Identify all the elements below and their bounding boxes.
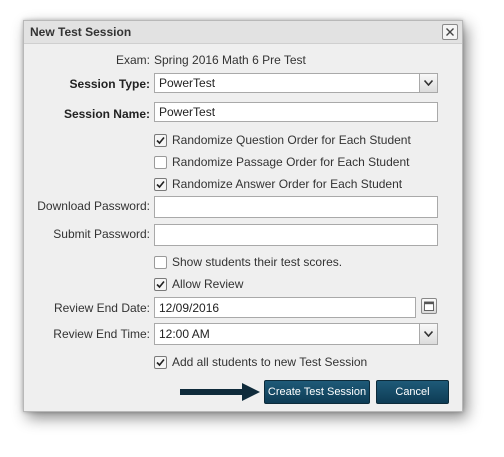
checkmark-icon	[156, 358, 165, 367]
checkmark-icon	[156, 136, 165, 145]
submit-password-input[interactable]	[154, 224, 438, 246]
review-end-time-label: Review End Time:	[53, 327, 150, 341]
new-test-session-dialog: New Test Session Exam: Spring 2016 Math …	[23, 20, 463, 412]
close-icon	[446, 28, 454, 36]
session-name-input[interactable]	[154, 102, 438, 122]
review-end-date-picker-button[interactable]	[421, 298, 437, 314]
exam-value: Spring 2016 Math 6 Pre Test	[154, 53, 306, 67]
allow-review-checkbox[interactable]	[154, 278, 167, 291]
review-end-time-value: 12:00 AM	[159, 327, 210, 341]
review-end-time-select[interactable]: 12:00 AM	[154, 323, 438, 345]
checkmark-icon	[156, 280, 165, 289]
chevron-down-icon	[424, 331, 433, 337]
submit-password-label: Submit Password:	[53, 227, 150, 241]
randomize-answer-label: Randomize Answer Order for Each Student	[172, 177, 403, 191]
cancel-button[interactable]: Cancel	[376, 380, 449, 404]
chevron-down-icon	[424, 80, 433, 86]
dialog-titlebar: New Test Session	[24, 21, 462, 44]
checkmark-icon	[156, 180, 165, 189]
randomize-answer-checkbox[interactable]	[154, 178, 167, 191]
review-end-date-label: Review End Date:	[53, 301, 150, 315]
review-end-date-input[interactable]	[154, 297, 416, 318]
randomize-question-label: Randomize Question Order for Each Studen…	[172, 133, 411, 147]
show-scores-checkbox[interactable]	[154, 256, 167, 269]
exam-label: Exam:	[115, 53, 150, 67]
calendar-icon	[424, 301, 434, 311]
download-password-input[interactable]	[154, 196, 438, 218]
review-end-time-dropdown-button[interactable]	[419, 324, 437, 344]
dialog-title: New Test Session	[30, 25, 132, 39]
randomize-question-checkbox[interactable]	[154, 134, 167, 147]
screenshot-stage: New Test Session Exam: Spring 2016 Math …	[0, 0, 504, 457]
session-type-select[interactable]: PowerTest	[154, 73, 438, 93]
randomize-passage-label: Randomize Passage Order for Each Student	[172, 155, 410, 169]
session-type-label: Session Type:	[69, 77, 150, 91]
add-all-students-checkbox[interactable]	[154, 356, 167, 369]
close-button[interactable]	[442, 24, 458, 40]
randomize-passage-checkbox[interactable]	[154, 156, 167, 169]
download-password-label: Download Password:	[37, 199, 150, 213]
allow-review-label: Allow Review	[172, 277, 244, 291]
add-all-students-label: Add all students to new Test Session	[172, 355, 368, 369]
show-scores-label: Show students their test scores.	[172, 255, 343, 269]
session-type-dropdown-button[interactable]	[419, 74, 437, 92]
arrow-right-icon	[180, 383, 260, 401]
session-name-label: Session Name:	[63, 107, 150, 121]
session-type-value: PowerTest	[159, 76, 216, 90]
create-test-session-button[interactable]: Create Test Session	[264, 380, 370, 404]
